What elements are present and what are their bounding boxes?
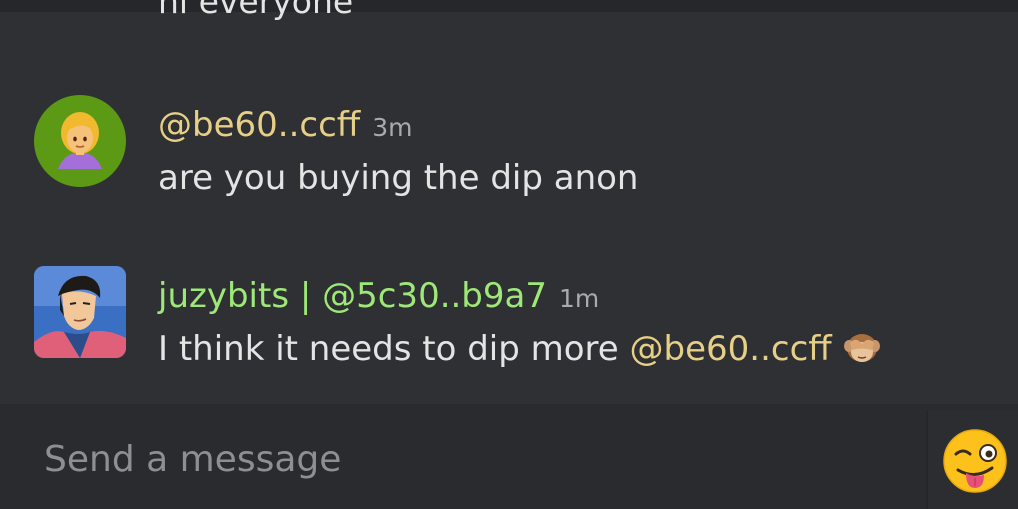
author-name[interactable]: @be60..ccff xyxy=(158,105,360,145)
message-list[interactable]: hi everyone @be60..ccff 3m are you buyin… xyxy=(0,0,1018,404)
cartoon-character-avatar[interactable] xyxy=(34,266,126,358)
message-body-text: I think it needs to dip more xyxy=(158,329,619,369)
mention-link[interactable]: @be60..ccff xyxy=(630,329,832,369)
message-item: @be60..ccff 3m are you buying the dip ano… xyxy=(0,95,1018,205)
message-text: are you buying the dip anon xyxy=(158,158,639,198)
message-header: @be60..ccff 3m xyxy=(158,105,412,145)
woman-emoji-avatar[interactable] xyxy=(34,95,126,187)
message-text: hi everyone xyxy=(158,0,354,21)
message-composer xyxy=(0,404,1018,509)
message-header: juzybits | @5c30..b9a7 1m xyxy=(158,276,599,316)
chat-window: hi everyone @be60..ccff 3m are you buyin… xyxy=(0,0,1018,509)
author-name[interactable]: juzybits | @5c30..b9a7 xyxy=(158,276,547,316)
message-item: juzybits | @5c30..b9a7 1m I think it need… xyxy=(0,266,1018,376)
timestamp: 3m xyxy=(372,113,413,142)
see-no-evil-monkey-icon xyxy=(842,330,882,364)
emoji-picker-button[interactable] xyxy=(926,410,1018,509)
timestamp: 1m xyxy=(559,284,600,313)
winking-tongue-face-icon xyxy=(943,429,1007,493)
woman-icon xyxy=(58,112,102,169)
message-input[interactable] xyxy=(0,410,922,509)
cartoon-character-icon xyxy=(34,266,126,358)
message-text: I think it needs to dip more @be60..ccff xyxy=(158,329,882,369)
partial-message: hi everyone xyxy=(0,0,1018,21)
